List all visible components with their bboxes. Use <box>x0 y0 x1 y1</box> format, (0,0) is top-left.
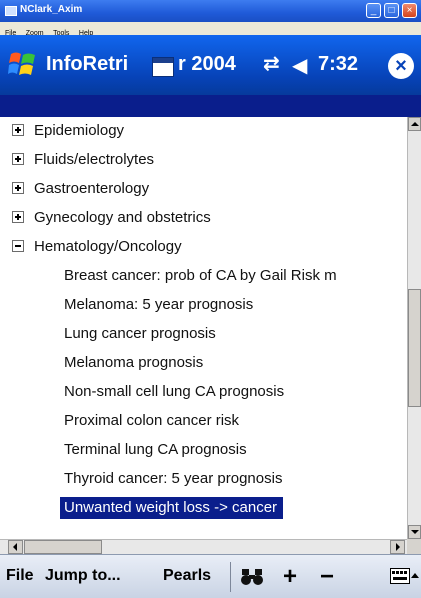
tree-item-lung-cancer-prognosis[interactable]: Lung cancer prognosis <box>64 321 216 347</box>
minimize-button[interactable]: _ <box>366 3 381 18</box>
tree-item-label: Proximal colon cancer risk <box>64 412 240 429</box>
tree-item-hematology-oncology[interactable]: Hematology/Oncology <box>12 234 182 260</box>
window-app-icon <box>5 6 17 16</box>
scroll-left-arrow-icon[interactable] <box>8 540 23 554</box>
horizontal-scroll-thumb[interactable] <box>24 540 102 554</box>
menu-jump-to[interactable]: Jump to... <box>45 567 121 585</box>
tree-item-breast-cancer[interactable]: Breast cancer: prob of CA by Gail Risk m <box>64 263 337 289</box>
tree-item-label: Gastroenterology <box>34 180 150 197</box>
command-separator <box>230 562 231 592</box>
expand-icon[interactable] <box>12 182 24 194</box>
tree-item-label: Non-small cell lung CA prognosis <box>64 383 285 400</box>
app-title[interactable]: InfoRetri <box>46 53 128 76</box>
tree-item-melanoma-5-year[interactable]: Melanoma: 5 year prognosis <box>64 292 253 318</box>
tree-item-label: Hematology/Oncology <box>34 238 182 255</box>
expand-icon[interactable] <box>12 153 24 165</box>
tree-item-label: Melanoma prognosis <box>64 354 204 371</box>
expand-icon[interactable] <box>12 124 24 136</box>
clock[interactable]: 7:32 <box>318 53 358 76</box>
topic-tree: Epidemiology Fluids/electrolytes Gastroe… <box>0 117 407 539</box>
navigation-bar: InfoRetri r 2004 ⇄ ◀ 7:32 × <box>0 35 421 95</box>
window-title: NClark_Axim <box>20 4 83 15</box>
tree-item-label: Terminal lung CA prognosis <box>64 441 247 458</box>
horizontal-scrollbar[interactable] <box>0 539 407 554</box>
expand-icon[interactable] <box>12 211 24 223</box>
scroll-right-arrow-icon[interactable] <box>390 540 405 554</box>
menu-pearls[interactable]: Pearls <box>163 567 211 585</box>
zoom-out-button[interactable]: − <box>320 563 334 591</box>
tree-item-label: Lung cancer prognosis <box>64 325 216 342</box>
tree-item-melanoma-prognosis[interactable]: Melanoma prognosis <box>64 350 203 376</box>
window-close-button[interactable]: × <box>402 3 417 18</box>
maximize-button[interactable]: □ <box>384 3 399 18</box>
tree-item-gastroenterology[interactable]: Gastroenterology <box>12 176 149 202</box>
input-selector-arrow-icon[interactable] <box>411 573 419 578</box>
connectivity-icon[interactable]: ⇄ <box>263 51 280 76</box>
date-text: r 2004 <box>178 53 236 75</box>
tree-item-label: Melanoma: 5 year prognosis <box>64 296 254 313</box>
tree-item-label-selected: Unwanted weight loss -> cancer <box>60 497 284 519</box>
tree-item-unwanted-weight-loss[interactable]: Unwanted weight loss -> cancer <box>60 495 284 521</box>
tree-item-nsclc-prognosis[interactable]: Non-small cell lung CA prognosis <box>64 379 284 405</box>
window-title-bar: NClark_Axim _ □ × <box>0 0 421 22</box>
calendar-icon[interactable] <box>152 57 174 77</box>
title-strip <box>0 95 421 117</box>
tree-item-thyroid-cancer[interactable]: Thyroid cancer: 5 year prognosis <box>64 466 282 492</box>
zoom-in-button[interactable]: + <box>283 563 297 591</box>
collapse-icon[interactable] <box>12 240 24 252</box>
scrollbar-corner <box>407 539 421 554</box>
vertical-scrollbar[interactable] <box>407 117 421 539</box>
command-bar: File Jump to... Pearls + − <box>0 554 421 598</box>
tree-item-terminal-lung-ca[interactable]: Terminal lung CA prognosis <box>64 437 247 463</box>
volume-icon[interactable]: ◀ <box>292 53 307 78</box>
start-flag-icon[interactable] <box>8 50 38 78</box>
scroll-down-arrow-icon[interactable] <box>408 525 421 539</box>
tree-item-gynecology-obstetrics[interactable]: Gynecology and obstetrics <box>12 205 211 231</box>
binoculars-icon[interactable] <box>240 567 264 587</box>
keyboard-icon[interactable] <box>390 568 410 584</box>
tree-item-fluids-electrolytes[interactable]: Fluids/electrolytes <box>12 147 154 173</box>
tree-item-label: Gynecology and obstetrics <box>34 209 211 226</box>
menu-file-command[interactable]: File <box>6 567 34 585</box>
tree-item-label: Thyroid cancer: 5 year prognosis <box>64 470 283 487</box>
tree-item-epidemiology[interactable]: Epidemiology <box>12 118 124 144</box>
tree-item-label: Fluids/electrolytes <box>34 151 155 168</box>
vertical-scroll-thumb[interactable] <box>408 289 421 407</box>
scroll-up-arrow-icon[interactable] <box>408 117 421 131</box>
window-menu-bar: File Zoom Tools Help <box>0 22 421 37</box>
tree-item-label: Epidemiology <box>34 122 125 139</box>
tree-item-proximal-colon-cancer[interactable]: Proximal colon cancer risk <box>64 408 239 434</box>
tree-item-label: Breast cancer: prob of CA by Gail Risk m <box>64 267 337 284</box>
close-icon[interactable]: × <box>388 53 414 79</box>
